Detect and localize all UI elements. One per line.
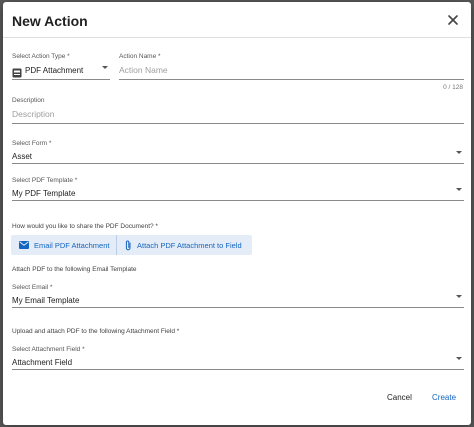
- action-type-value: PDF Attachment: [25, 65, 84, 75]
- attach-to-field-button[interactable]: Attach PDF Attachment to Field: [117, 235, 252, 255]
- action-name-field[interactable]: Action Name * Action Name: [119, 53, 464, 80]
- field-underline: [12, 307, 464, 308]
- share-question: How would you like to share the PDF Docu…: [12, 223, 158, 230]
- pdf-icon: [12, 65, 22, 78]
- select-form[interactable]: Select Form * Asset: [12, 140, 464, 164]
- email-section-heading: Attach PDF to the following Email Templa…: [12, 266, 137, 273]
- new-action-dialog: New Action Select Action Type * PDF Atta…: [3, 2, 471, 425]
- chevron-down-icon: [456, 188, 462, 191]
- email-select[interactable]: Select Email * My Email Template: [12, 284, 464, 308]
- email-pdf-attachment-button[interactable]: Email PDF Attachment: [11, 235, 117, 255]
- field-underline: [12, 369, 464, 370]
- action-name-placeholder: Action Name: [119, 65, 168, 75]
- action-type-select[interactable]: Select Action Type * PDF Attachment: [12, 53, 110, 80]
- chevron-down-icon: [456, 295, 462, 298]
- pdf-template-value: My PDF Template: [12, 189, 76, 198]
- close-icon[interactable]: [446, 13, 460, 27]
- field-underline: [12, 79, 110, 80]
- action-name-label: Action Name *: [119, 53, 161, 60]
- attachment-field-label: Select Attachment Field *: [12, 346, 85, 353]
- field-underline: [12, 200, 464, 201]
- chevron-down-icon: [456, 357, 462, 360]
- share-option-toggle: Email PDF Attachment Attach PDF Attachme…: [11, 235, 252, 255]
- select-form-value: Asset: [12, 152, 33, 161]
- attachment-field-value: Attachment Field: [12, 358, 73, 367]
- attachment-section-heading: Upload and attach PDF to the following A…: [12, 328, 180, 335]
- attach-to-field-label: Attach PDF Attachment to Field: [137, 240, 242, 250]
- chevron-down-icon: [456, 151, 462, 154]
- create-button[interactable]: Create: [432, 393, 456, 402]
- chevron-down-icon: [102, 66, 108, 69]
- cancel-button[interactable]: Cancel: [387, 393, 412, 402]
- dialog-title: New Action: [12, 13, 88, 29]
- paperclip-icon: [125, 240, 131, 250]
- email-pdf-attachment-label: Email PDF Attachment: [34, 240, 110, 250]
- mail-icon: [19, 241, 29, 249]
- email-select-label: Select Email *: [12, 284, 53, 291]
- select-form-label: Select Form *: [12, 140, 52, 147]
- pdf-template-select[interactable]: Select PDF Template * My PDF Template: [12, 177, 464, 201]
- pdf-template-label: Select PDF Template *: [12, 177, 78, 184]
- dialog-header: New Action: [3, 2, 471, 38]
- email-select-value: My Email Template: [12, 296, 80, 305]
- description-field[interactable]: Description Description: [12, 97, 464, 124]
- attachment-field-select[interactable]: Select Attachment Field * Attachment Fie…: [12, 346, 464, 370]
- description-placeholder: Description: [12, 109, 55, 119]
- field-underline: [119, 79, 464, 80]
- action-type-label: Select Action Type *: [12, 53, 70, 60]
- char-counter: 0 / 128: [443, 84, 463, 91]
- description-label: Description: [12, 97, 45, 104]
- field-underline: [12, 163, 464, 164]
- field-underline: [12, 123, 464, 124]
